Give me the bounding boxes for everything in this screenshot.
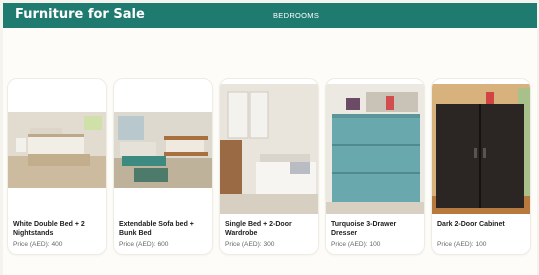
listing-grid: White Double Bed + 2 Nightstands Price (…	[7, 78, 535, 258]
listing-title[interactable]: Turquoise 3-Drawer Dresser	[331, 220, 423, 238]
listing-photo[interactable]	[114, 112, 212, 188]
brand-title[interactable]: Furniture for Sale	[15, 7, 145, 22]
listing-card[interactable]: Single Bed + 2-Door Wardrobe Price (AED)…	[219, 78, 319, 255]
listing-price: Price (AED): 300	[225, 241, 275, 248]
listing-title[interactable]: Dark 2-Door Cabinet	[437, 220, 529, 229]
listing-photo[interactable]	[220, 84, 318, 214]
page: Furniture for Sale BEDROOMS White Double…	[3, 3, 537, 275]
listing-photo[interactable]	[326, 84, 424, 214]
listing-photo[interactable]	[432, 84, 530, 214]
listing-card[interactable]: Extendable Sofa bed + Bunk Bed Price (AE…	[113, 78, 213, 255]
listing-card[interactable]: White Double Bed + 2 Nightstands Price (…	[7, 78, 107, 255]
listing-price: Price (AED): 100	[331, 241, 381, 248]
listing-title[interactable]: White Double Bed + 2 Nightstands	[13, 220, 105, 238]
listing-card[interactable]: Dark 2-Door Cabinet Price (AED): 100	[431, 78, 531, 255]
listing-title[interactable]: Single Bed + 2-Door Wardrobe	[225, 220, 317, 238]
listing-price: Price (AED): 400	[13, 241, 63, 248]
listing-price: Price (AED): 100	[437, 241, 487, 248]
nav-bedrooms[interactable]: BEDROOMS	[273, 11, 319, 20]
listing-price: Price (AED): 600	[119, 241, 169, 248]
listing-photo[interactable]	[8, 112, 106, 188]
header-bar: Furniture for Sale BEDROOMS	[3, 3, 537, 28]
listing-title[interactable]: Extendable Sofa bed + Bunk Bed	[119, 220, 211, 238]
listing-card[interactable]: Turquoise 3-Drawer Dresser Price (AED): …	[325, 78, 425, 255]
